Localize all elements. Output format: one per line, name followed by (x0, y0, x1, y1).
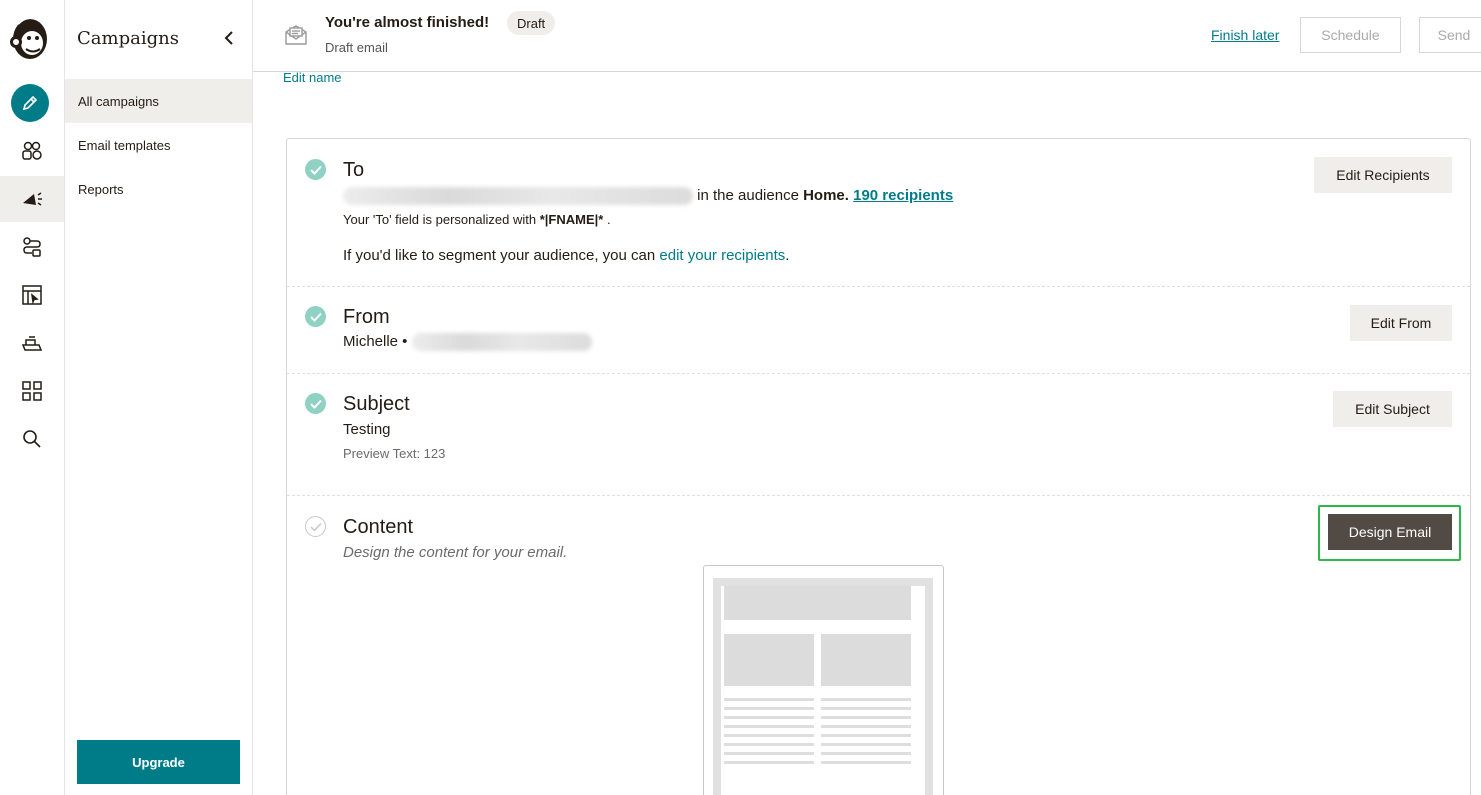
checkmark-icon (305, 159, 326, 180)
template-header-block (724, 586, 911, 620)
edit-name-link[interactable]: Edit name (283, 70, 342, 85)
segment-suffix: . (785, 247, 790, 264)
template-text-line (724, 698, 814, 701)
template-text-line (821, 743, 911, 746)
from-title: From (343, 306, 390, 328)
template-text-line (821, 752, 911, 755)
design-email-highlight: Design Email (1318, 505, 1461, 561)
to-audience-line: in the audience Home. 190 recipients (343, 187, 953, 206)
subnav-item-email-templates[interactable]: Email templates (65, 123, 252, 167)
template-image-block (821, 634, 911, 686)
template-text-line (821, 761, 911, 764)
to-section: To in the audience Home. 190 recipients … (287, 139, 1470, 287)
template-text-line (821, 707, 911, 710)
content-title: Content (343, 516, 414, 538)
automation-icon[interactable] (0, 224, 64, 270)
audience-prefix: in the audience (697, 187, 799, 204)
edit-recipients-link[interactable]: edit your recipients (659, 247, 785, 264)
template-text-line (724, 734, 814, 737)
audience-icon[interactable] (0, 128, 64, 174)
subject-title: Subject (343, 393, 410, 415)
content-icon[interactable] (0, 320, 64, 366)
schedule-button[interactable]: Schedule (1300, 17, 1401, 53)
page-title: You're almost finished! (325, 14, 490, 31)
to-segment-hint: If you'd like to segment your audience, … (343, 247, 789, 264)
send-button[interactable]: Send (1419, 17, 1481, 53)
finish-later-link[interactable]: Finish later (1211, 27, 1279, 43)
subnav-item-all-campaigns[interactable]: All campaigns (65, 79, 252, 123)
pencil-icon[interactable] (11, 84, 49, 122)
audience-name: Home. (803, 187, 849, 204)
website-icon[interactable] (0, 272, 64, 318)
redacted-from-email (411, 333, 592, 352)
edit-recipients-button[interactable]: Edit Recipients (1314, 157, 1452, 193)
campaign-checklist: To in the audience Home. 190 recipients … (286, 138, 1471, 795)
template-text-line (724, 716, 814, 719)
segment-prefix: If you'd like to segment your audience, … (343, 247, 656, 264)
campaign-header: You're almost finished! Draft Draft emai… (253, 0, 1481, 72)
upgrade-button[interactable]: Upgrade (77, 740, 240, 784)
search-icon[interactable] (0, 416, 64, 462)
from-section: From Michelle • Edit From (287, 287, 1470, 374)
from-name: Michelle • (343, 333, 408, 350)
to-title: To (343, 159, 365, 181)
template-text-line (724, 743, 814, 746)
subject-section: Subject Testing Preview Text: 123 Edit S… (287, 374, 1470, 496)
subject-value: Testing (343, 421, 391, 438)
template-text-line (724, 761, 814, 764)
envelope-icon (283, 22, 309, 48)
template-text-line (724, 752, 814, 755)
icon-rail (0, 0, 65, 795)
design-email-button[interactable]: Design Email (1328, 514, 1452, 550)
checkmark-icon (305, 393, 326, 414)
personalized-suffix: . (606, 212, 611, 227)
checkmark-icon (305, 516, 326, 537)
template-canvas (721, 586, 925, 795)
template-text-line (724, 725, 814, 728)
merge-tag: *|FNAME|* (539, 212, 604, 227)
to-personalization: Your 'To' field is personalized with *|F… (343, 212, 611, 227)
preview-text: Preview Text: 123 (343, 446, 446, 461)
template-text-line (821, 734, 911, 737)
subnav-item-reports[interactable]: Reports (65, 167, 252, 211)
checkmark-icon (305, 306, 326, 327)
chevron-left-icon[interactable] (219, 28, 239, 48)
template-text-line (821, 716, 911, 719)
email-template-preview[interactable] (703, 565, 944, 795)
edit-from-button[interactable]: Edit From (1350, 305, 1452, 341)
template-image-block (724, 634, 814, 686)
template-text-line (821, 698, 911, 701)
campaigns-subnav: Campaigns All campaigns Email templates … (65, 0, 253, 795)
content-hint: Design the content for your email. (343, 544, 568, 561)
recipients-link[interactable]: 190 recipients (853, 187, 953, 204)
megaphone-icon[interactable] (0, 176, 64, 222)
template-text-line (724, 707, 814, 710)
edit-subject-button[interactable]: Edit Subject (1333, 391, 1452, 427)
personalized-prefix: Your 'To' field is personalized with (343, 212, 537, 227)
status-badge: Draft (507, 11, 556, 35)
subnav-title: Campaigns (77, 28, 179, 49)
integrations-icon[interactable] (0, 368, 64, 414)
from-value: Michelle • (343, 333, 592, 352)
template-frame (713, 578, 933, 795)
redacted-recipient-list (343, 187, 693, 206)
mailchimp-logo-icon[interactable] (8, 14, 54, 64)
template-text-line (821, 725, 911, 728)
page-subtitle: Draft email (325, 40, 388, 55)
